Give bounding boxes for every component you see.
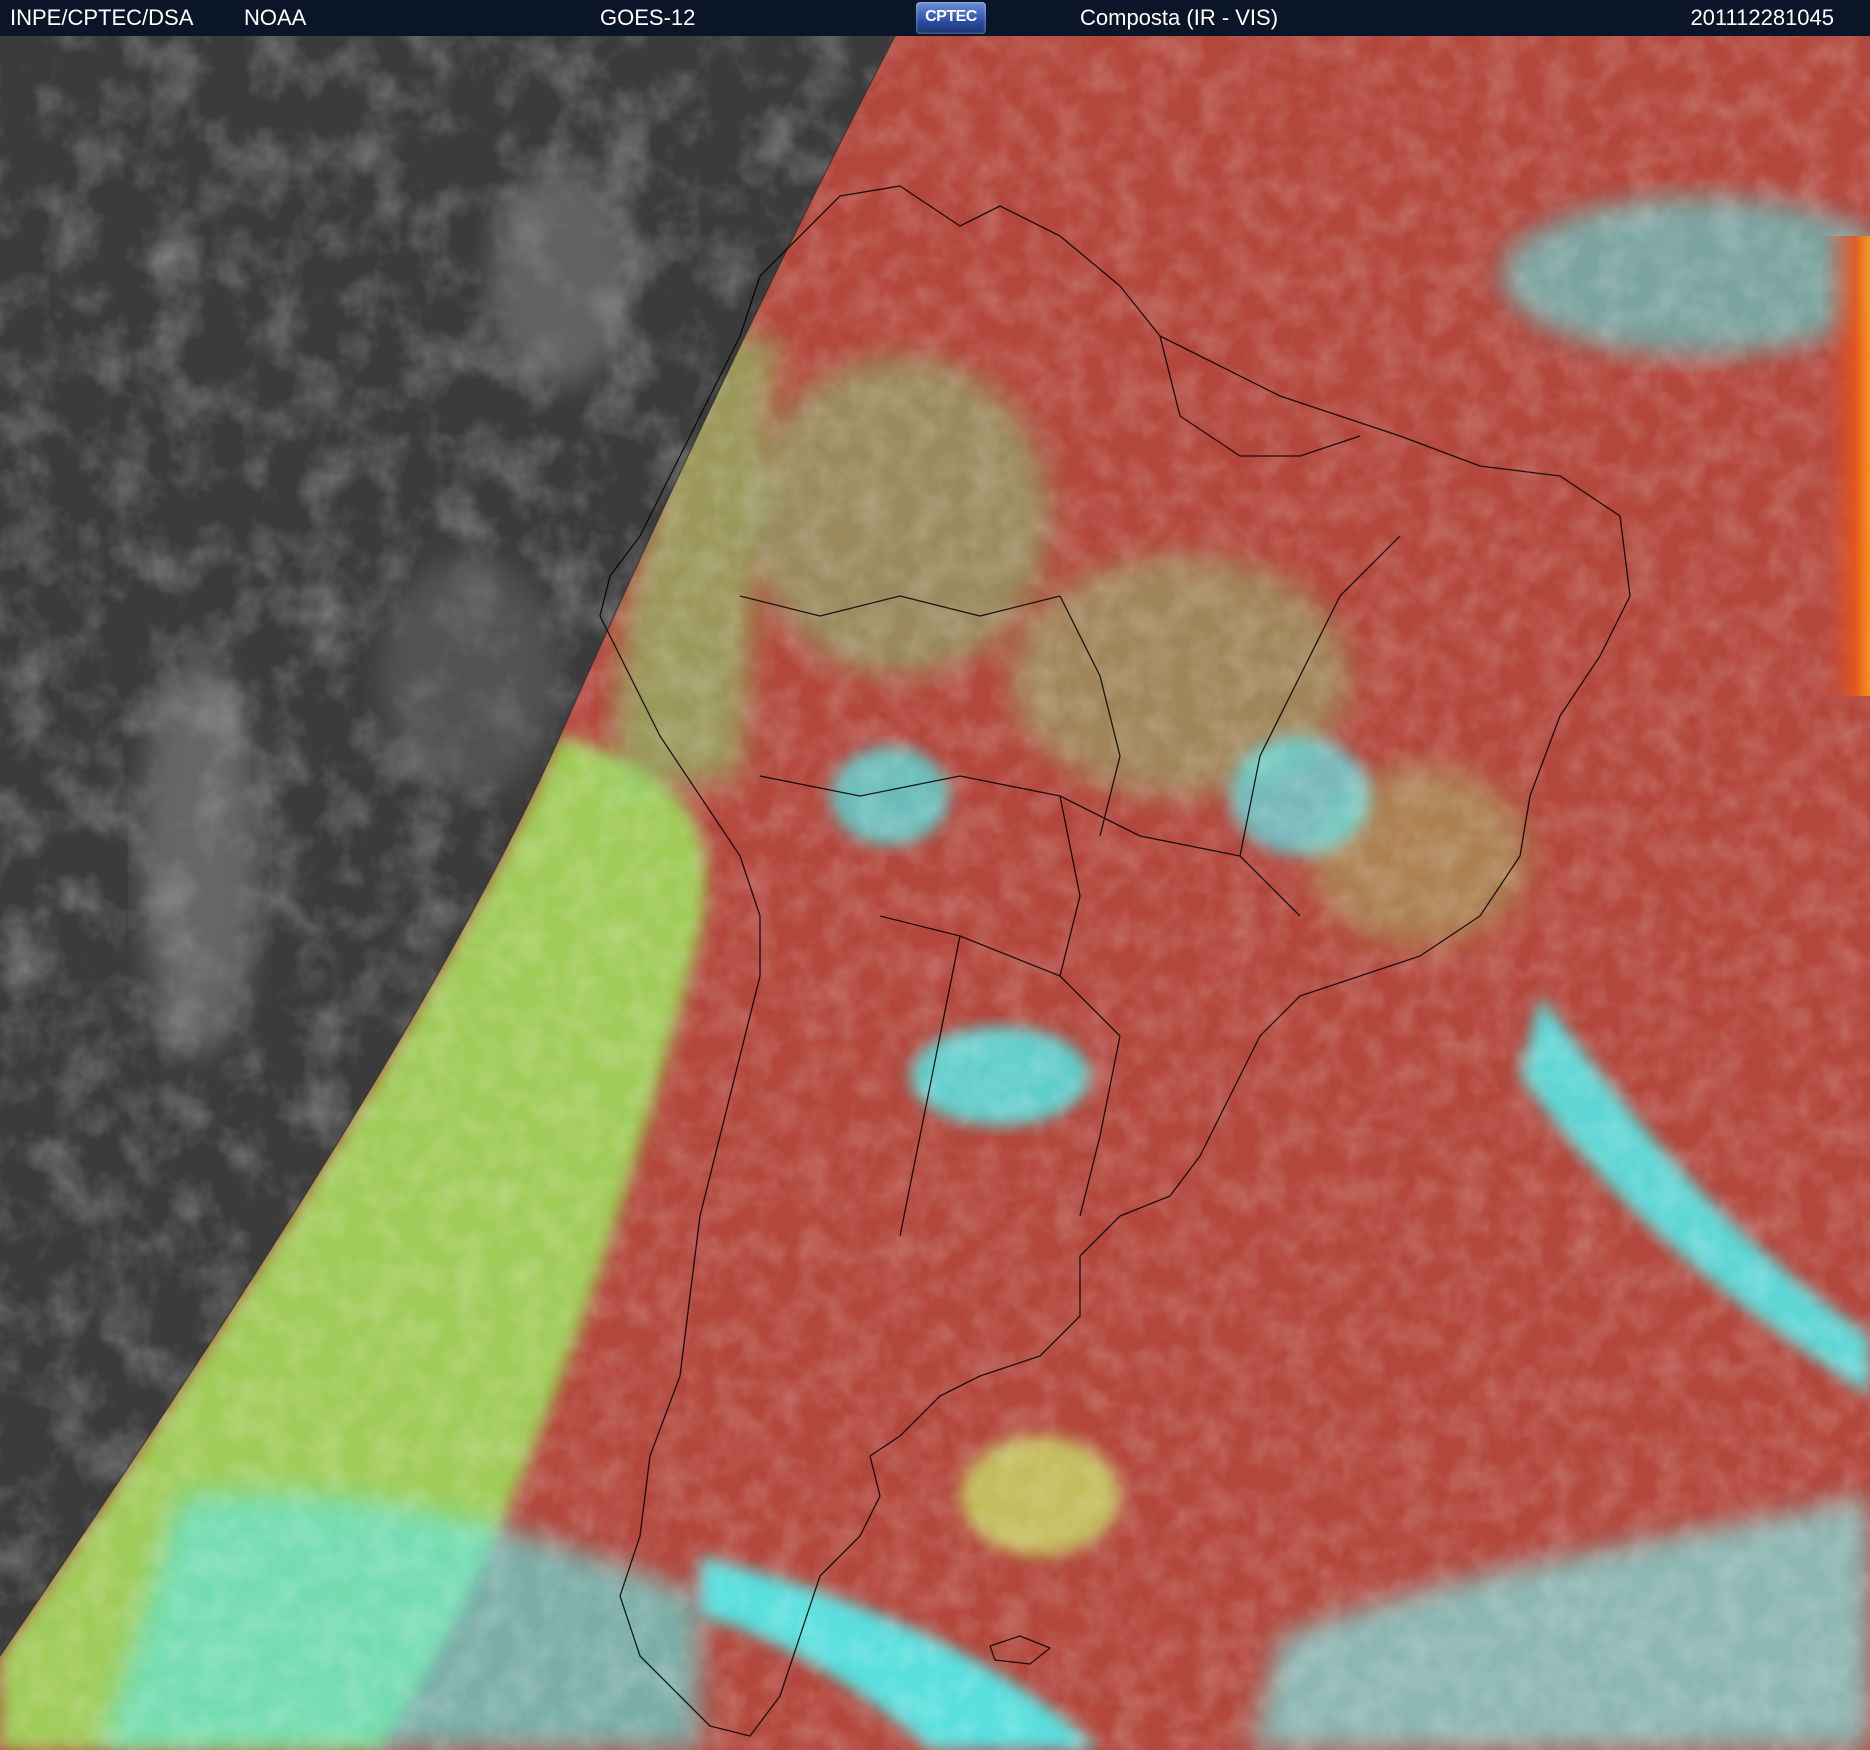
product-label: Composta (IR - VIS)	[1080, 5, 1279, 30]
image-header-bar: INPE/CPTEC/DSA NOAA GOES-12 CPTEC Compos…	[0, 0, 1870, 36]
satellite-label: GOES-12	[600, 5, 696, 30]
composite-imagery	[0, 36, 1870, 1750]
cptec-logo: CPTEC	[916, 2, 986, 34]
imagery-svg	[0, 36, 1870, 1750]
timestamp-label: 201112281045	[1690, 5, 1834, 30]
agency-label: NOAA	[244, 5, 307, 30]
source-label: INPE/CPTEC/DSA	[10, 5, 194, 30]
satellite-image-frame: INPE/CPTEC/DSA NOAA GOES-12 CPTEC Compos…	[0, 0, 1870, 1750]
